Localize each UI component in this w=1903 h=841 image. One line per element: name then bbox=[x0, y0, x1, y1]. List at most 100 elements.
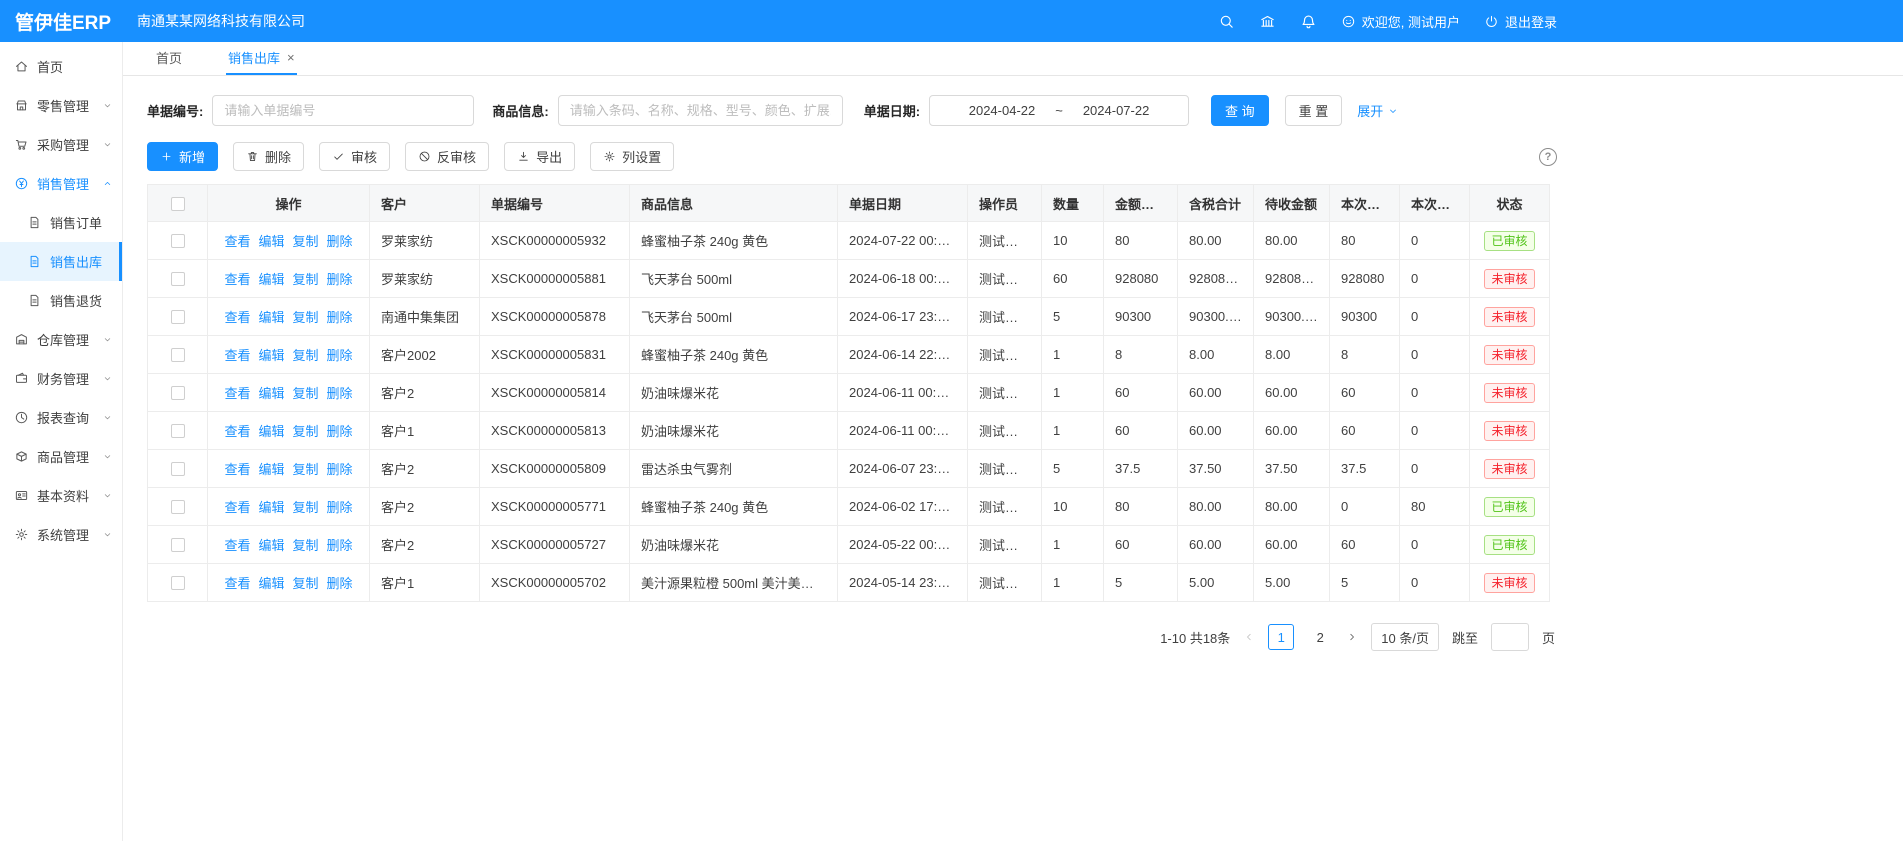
prev-page-icon[interactable] bbox=[1243, 631, 1255, 643]
cell-doc_no: XSCK00000005771 bbox=[480, 488, 630, 526]
row-action-link[interactable]: 编辑 bbox=[258, 462, 284, 477]
row-checkbox[interactable] bbox=[171, 386, 185, 400]
sidebar-item-purchase[interactable]: 采购管理 bbox=[0, 125, 122, 164]
sidebar-item-home[interactable]: 首页 bbox=[0, 47, 122, 86]
row-action-link[interactable]: 删除 bbox=[327, 576, 353, 591]
sidebar-subitem[interactable]: 销售退货 bbox=[0, 281, 122, 320]
sidebar-item-sales[interactable]: 销售管理 bbox=[0, 164, 122, 203]
row-action-link[interactable]: 删除 bbox=[327, 348, 353, 363]
product-info-input[interactable] bbox=[558, 95, 843, 126]
row-checkbox[interactable] bbox=[171, 538, 185, 552]
row-action-link[interactable]: 复制 bbox=[293, 500, 319, 515]
row-action-link[interactable]: 复制 bbox=[293, 424, 319, 439]
row-action-link[interactable]: 复制 bbox=[293, 310, 319, 325]
row-action-link[interactable]: 查看 bbox=[224, 348, 250, 363]
row-action-link[interactable]: 查看 bbox=[224, 386, 250, 401]
row-action-link[interactable]: 查看 bbox=[224, 538, 250, 553]
search-icon[interactable] bbox=[1218, 13, 1235, 30]
row-checkbox[interactable] bbox=[171, 234, 185, 248]
cell-tax_amount: 80.00 bbox=[1178, 488, 1254, 526]
search-button[interactable]: 查 询 bbox=[1211, 95, 1269, 126]
notification-bell-icon[interactable] bbox=[1300, 13, 1317, 30]
cell-tax_amount: 60.00 bbox=[1178, 374, 1254, 412]
row-action-link[interactable]: 删除 bbox=[327, 500, 353, 515]
row-action-link[interactable]: 复制 bbox=[293, 348, 319, 363]
row-checkbox[interactable] bbox=[171, 424, 185, 438]
row-action-link[interactable]: 编辑 bbox=[258, 500, 284, 515]
unaudit-button[interactable]: 反审核 bbox=[405, 142, 489, 171]
select-all-checkbox[interactable] bbox=[171, 197, 185, 211]
page-number-2[interactable]: 2 bbox=[1307, 624, 1333, 650]
sidebar-subitem-label: 销售订单 bbox=[50, 213, 102, 232]
row-checkbox[interactable] bbox=[171, 348, 185, 362]
page-number-1[interactable]: 1 bbox=[1268, 624, 1294, 650]
help-icon[interactable]: ? bbox=[1539, 148, 1557, 166]
row-checkbox[interactable] bbox=[171, 576, 185, 590]
audit-button[interactable]: 审核 bbox=[319, 142, 390, 171]
row-action-link[interactable]: 删除 bbox=[327, 424, 353, 439]
jump-page-input[interactable] bbox=[1491, 623, 1529, 651]
row-action-link[interactable]: 删除 bbox=[327, 462, 353, 477]
cell-tax_amount: 60.00 bbox=[1178, 526, 1254, 564]
row-checkbox[interactable] bbox=[171, 462, 185, 476]
sidebar-item-report[interactable]: 报表查询 bbox=[0, 398, 122, 437]
row-action-link[interactable]: 查看 bbox=[224, 576, 250, 591]
row-action-link[interactable]: 查看 bbox=[224, 234, 250, 249]
logout-button[interactable]: 退出登录 bbox=[1484, 12, 1557, 31]
expand-filters-link[interactable]: 展开 bbox=[1357, 101, 1399, 120]
row-action-link[interactable]: 查看 bbox=[224, 310, 250, 325]
row-action-link[interactable]: 删除 bbox=[327, 386, 353, 401]
sidebar-subitem[interactable]: 销售订单 bbox=[0, 203, 122, 242]
page-size-select[interactable]: 10 条/页 bbox=[1371, 623, 1439, 651]
row-action-link[interactable]: 编辑 bbox=[258, 272, 284, 287]
row-action-link[interactable]: 复制 bbox=[293, 538, 319, 553]
tab-close-icon[interactable]: × bbox=[287, 50, 295, 65]
purchase-icon bbox=[14, 137, 29, 152]
row-action-link[interactable]: 删除 bbox=[327, 272, 353, 287]
row-action-link[interactable]: 编辑 bbox=[258, 576, 284, 591]
row-checkbox-cell bbox=[148, 526, 208, 564]
row-checkbox[interactable] bbox=[171, 272, 185, 286]
row-action-link[interactable]: 复制 bbox=[293, 576, 319, 591]
row-action-link[interactable]: 编辑 bbox=[258, 386, 284, 401]
reset-button[interactable]: 重 置 bbox=[1285, 95, 1343, 126]
cell-doc_no: XSCK00000005814 bbox=[480, 374, 630, 412]
sidebar-item-warehouse[interactable]: 仓库管理 bbox=[0, 320, 122, 359]
row-checkbox[interactable] bbox=[171, 500, 185, 514]
next-page-icon[interactable] bbox=[1346, 631, 1358, 643]
row-action-link[interactable]: 查看 bbox=[224, 272, 250, 287]
row-action-link[interactable]: 编辑 bbox=[258, 234, 284, 249]
row-action-link[interactable]: 编辑 bbox=[258, 348, 284, 363]
column-settings-button[interactable]: 列设置 bbox=[590, 142, 674, 171]
doc-no-input[interactable] bbox=[212, 95, 474, 126]
building-icon[interactable] bbox=[1259, 13, 1276, 30]
row-action-link[interactable]: 删除 bbox=[327, 234, 353, 249]
tab-home[interactable]: 首页 bbox=[154, 42, 184, 75]
row-action-link[interactable]: 编辑 bbox=[258, 310, 284, 325]
sidebar-item-retail[interactable]: 零售管理 bbox=[0, 86, 122, 125]
user-menu[interactable]: 欢迎您, 测试用户 bbox=[1341, 12, 1460, 31]
row-action-link[interactable]: 编辑 bbox=[258, 538, 284, 553]
row-action-link[interactable]: 复制 bbox=[293, 386, 319, 401]
sidebar-item-basic[interactable]: 基本资料 bbox=[0, 476, 122, 515]
row-action-link[interactable]: 复制 bbox=[293, 462, 319, 477]
export-button[interactable]: 导出 bbox=[504, 142, 575, 171]
delete-button[interactable]: 删除 bbox=[233, 142, 304, 171]
row-action-link[interactable]: 复制 bbox=[293, 272, 319, 287]
sidebar-subitem[interactable]: 销售出库 bbox=[0, 242, 122, 281]
row-action-link[interactable]: 编辑 bbox=[258, 424, 284, 439]
row-action-link[interactable]: 删除 bbox=[327, 538, 353, 553]
sidebar-item-system[interactable]: 系统管理 bbox=[0, 515, 122, 554]
date-range-picker[interactable]: 2024-04-22 ~ 2024-07-22 bbox=[929, 95, 1189, 126]
sidebar-item-goods[interactable]: 商品管理 bbox=[0, 437, 122, 476]
cell-received: 37.5 bbox=[1330, 450, 1400, 488]
row-action-link[interactable]: 复制 bbox=[293, 234, 319, 249]
sidebar-item-finance[interactable]: 财务管理 bbox=[0, 359, 122, 398]
row-action-link[interactable]: 删除 bbox=[327, 310, 353, 325]
row-action-link[interactable]: 查看 bbox=[224, 500, 250, 515]
row-action-link[interactable]: 查看 bbox=[224, 462, 250, 477]
row-action-link[interactable]: 查看 bbox=[224, 424, 250, 439]
tab-sales-outbound[interactable]: 销售出库 × bbox=[226, 42, 297, 75]
row-checkbox[interactable] bbox=[171, 310, 185, 324]
add-button[interactable]: 新增 bbox=[147, 142, 218, 171]
